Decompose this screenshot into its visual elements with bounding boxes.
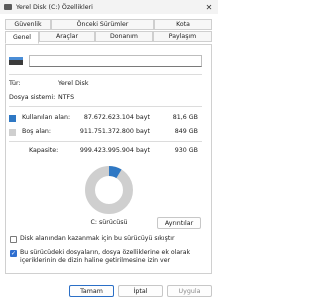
free-space-gb: 849 GB bbox=[174, 128, 198, 135]
tab-quota[interactable]: Kota bbox=[154, 19, 212, 30]
used-space-bytes: 87.672.623.104 bayt bbox=[83, 114, 150, 121]
tab-tools[interactable]: Araçlar bbox=[39, 31, 95, 42]
file-system-label: Dosya sistemi: bbox=[9, 94, 56, 101]
free-space-swatch bbox=[9, 129, 16, 136]
compress-drive-label: Disk alanından kazanmak için bu sürücüyü… bbox=[20, 235, 175, 242]
divider bbox=[9, 141, 202, 142]
type-value: Yerel Disk bbox=[58, 80, 89, 87]
file-system-value: NTFS bbox=[58, 94, 75, 101]
used-space-swatch bbox=[9, 115, 16, 122]
window-title: Yerel Disk (C:) Özellikleri bbox=[16, 3, 93, 11]
disk-cleanup-button[interactable]: Ayrıntılar bbox=[157, 217, 201, 229]
tab-strip: Güvenlik Önceki Sürümler Kota Genel Araç… bbox=[5, 19, 212, 45]
free-space-label: Boş alan: bbox=[22, 128, 52, 135]
disk-usage-chart bbox=[85, 166, 133, 214]
free-space-bytes: 911.751.372.800 bayt bbox=[79, 128, 150, 135]
volume-name-input[interactable] bbox=[29, 55, 202, 67]
drive-label: C: sürücüsü bbox=[90, 219, 128, 226]
divider bbox=[9, 74, 202, 75]
compress-drive-checkbox[interactable] bbox=[10, 236, 17, 243]
apply-button[interactable]: Uygula bbox=[167, 285, 212, 297]
index-contents-label-line-1: Bu sürücüdeki dosyaların, dosya özellikl… bbox=[20, 249, 191, 256]
tab-sharing[interactable]: Paylaşım bbox=[153, 31, 212, 42]
drive-icon bbox=[4, 4, 12, 10]
ok-button[interactable]: Tamam bbox=[69, 285, 114, 297]
tab-security[interactable]: Güvenlik bbox=[5, 19, 51, 30]
index-contents-label-line-2: içeriklerinin de dizin haline getirilmes… bbox=[20, 257, 171, 264]
index-contents-checkbox[interactable]: ✓ bbox=[10, 250, 17, 257]
type-label: Tür: bbox=[9, 80, 21, 87]
free-space-ring bbox=[85, 166, 133, 214]
capacity-label: Kapasite: bbox=[29, 147, 59, 154]
title-bar: Yerel Disk (C:) Özellikleri ✕ bbox=[0, 0, 218, 14]
tab-general[interactable]: Genel bbox=[5, 31, 39, 44]
capacity-gb: 930 GB bbox=[174, 147, 198, 154]
used-space-gb: 81,6 GB bbox=[172, 114, 198, 121]
tab-previous-versions[interactable]: Önceki Sürümler bbox=[51, 19, 154, 30]
cancel-button[interactable]: İptal bbox=[118, 285, 163, 297]
capacity-bytes: 999.423.995.904 bayt bbox=[79, 147, 150, 154]
close-button[interactable]: ✕ bbox=[204, 2, 214, 12]
tab-hardware[interactable]: Donanım bbox=[95, 31, 153, 42]
drive-icon bbox=[9, 57, 23, 65]
divider bbox=[9, 106, 202, 107]
